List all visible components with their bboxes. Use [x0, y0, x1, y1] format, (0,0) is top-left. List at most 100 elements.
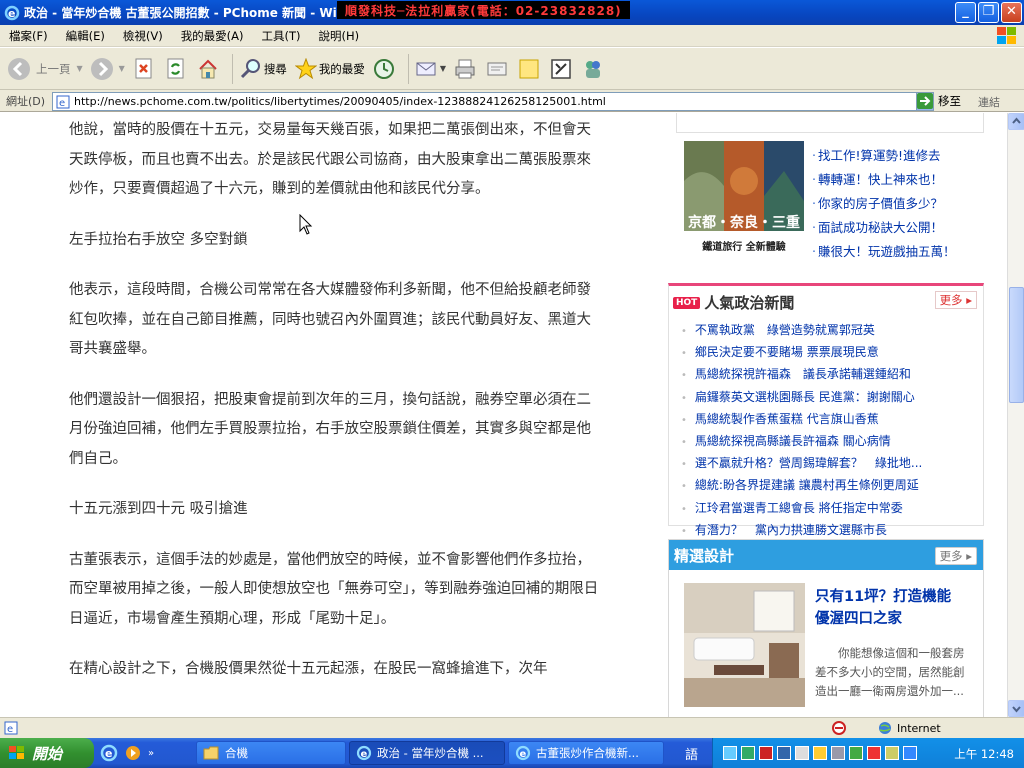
- start-button[interactable]: 開始: [0, 738, 94, 768]
- restore-button[interactable]: ❐: [978, 2, 999, 23]
- hot-news-more-button[interactable]: 更多 ▸: [934, 291, 977, 309]
- news-link[interactable]: 扁鑼蔡英文選桃園縣長 民進黨：謝謝關心: [681, 387, 922, 409]
- taskbar: 開始 e » 合機 e 政治 - 當年炒合機 ... e 古董張炒作合機新...…: [0, 738, 1024, 768]
- menu-tools[interactable]: 工具(T): [253, 28, 310, 44]
- tray-app-icon[interactable]: [741, 746, 755, 760]
- forward-arrow-icon: [89, 56, 115, 82]
- favorites-button[interactable]: 我的最愛: [293, 56, 365, 82]
- promo-link[interactable]: 面試成功秘訣大公開！: [812, 216, 956, 240]
- mail-icon: [414, 56, 440, 82]
- edit-button[interactable]: [484, 56, 510, 82]
- printer-icon: [452, 56, 478, 82]
- page-status-icon: e: [4, 721, 18, 735]
- back-arrow-icon: [6, 56, 32, 82]
- tray-power-icon[interactable]: [885, 746, 899, 760]
- menu-favorites[interactable]: 我的最愛(A): [172, 28, 253, 44]
- tray-bluetooth-icon[interactable]: [903, 746, 917, 760]
- stop-icon: [131, 56, 157, 82]
- tray-network-icon[interactable]: [723, 746, 737, 760]
- clock[interactable]: 上午 12:48: [954, 746, 1014, 762]
- stop-button[interactable]: [131, 56, 157, 82]
- news-link[interactable]: 馬總統探視許福森 議長承諾輔選鍾紹和: [681, 364, 922, 386]
- back-label: 上一頁: [36, 61, 71, 76]
- travel-ad-caption: 京都・奈良・三重: [688, 215, 800, 231]
- news-link[interactable]: 江玲君當選青工總會長 將任指定中常委: [681, 498, 922, 520]
- tray-k-icon[interactable]: [759, 746, 773, 760]
- news-link[interactable]: 總統:盼各界提建議 讓農村再生條例更周延: [681, 475, 922, 497]
- address-input[interactable]: e http://news.pchome.com.tw/politics/lib…: [52, 92, 934, 111]
- hot-news-box: HOT 人氣政治新聞 更多 ▸ 不罵執政黨 綠營造勢就罵郭冠英 鄉民決定要不要賭…: [668, 283, 984, 537]
- popup-blocked-icon[interactable]: [832, 721, 846, 735]
- featured-design-headline[interactable]: 只有11坪？打造機能優渥四口之家: [815, 586, 965, 630]
- hot-news-title: 人氣政治新聞: [704, 294, 795, 312]
- hot-badge: HOT: [673, 296, 701, 309]
- news-link[interactable]: 馬總統探視高縣議長許福森 關心病情: [681, 431, 922, 453]
- travel-ad-image[interactable]: 京都・奈良・三重 鐵道旅行 全新體驗: [684, 141, 804, 257]
- research-button[interactable]: [548, 56, 574, 82]
- media-player-icon[interactable]: [124, 744, 142, 762]
- messenger-icon: [580, 56, 606, 82]
- forward-button[interactable]: ▼: [89, 56, 125, 82]
- refresh-button[interactable]: [163, 56, 189, 82]
- mail-dropdown-icon[interactable]: ▼: [440, 64, 446, 73]
- menu-bar: 檔案(F) 編輯(E) 檢視(V) 我的最愛(A) 工具(T) 說明(H): [0, 25, 1024, 47]
- search-label: 搜尋: [263, 61, 287, 76]
- minimize-button[interactable]: _: [955, 2, 976, 23]
- go-button[interactable]: 移至: [916, 92, 961, 110]
- forward-dropdown-icon[interactable]: ▼: [119, 64, 125, 73]
- messenger-button[interactable]: [580, 56, 606, 82]
- tray-volume-icon[interactable]: [795, 746, 809, 760]
- promo-link[interactable]: 賺很大！玩遊戲抽五萬！: [812, 240, 956, 264]
- article-paragraph: 他說，當時的股價在十五元，交易量每天幾百張，如果把二萬張倒出來，不但會天天跌停板…: [69, 122, 591, 197]
- research-icon: [548, 56, 574, 82]
- menu-file[interactable]: 檔案(F): [0, 28, 57, 44]
- note-button[interactable]: [516, 56, 542, 82]
- toolbar-separator: [407, 53, 409, 84]
- tray-update-icon[interactable]: [849, 746, 863, 760]
- tray-security-icon[interactable]: [867, 746, 881, 760]
- scroll-up-button[interactable]: [1008, 113, 1024, 130]
- back-dropdown-icon[interactable]: ▼: [77, 64, 83, 73]
- back-button[interactable]: 上一頁 ▼: [6, 56, 83, 82]
- promo-link[interactable]: 轉轉運！快上神來也！: [812, 168, 956, 192]
- history-icon: [371, 56, 397, 82]
- tray-antivirus-icon[interactable]: [777, 746, 791, 760]
- taskbar-item-ie[interactable]: e 古董張炒作合機新...: [508, 741, 664, 765]
- taskbar-item-folder[interactable]: 合機: [196, 741, 346, 765]
- news-link[interactable]: 鄉民決定要不要賭場 票票展現民意: [681, 342, 922, 364]
- menu-edit[interactable]: 編輯(E): [57, 28, 114, 44]
- print-button[interactable]: [452, 56, 478, 82]
- tray-chat-icon[interactable]: [813, 746, 827, 760]
- page-icon: e: [56, 95, 70, 109]
- links-label[interactable]: 連結: [978, 94, 1000, 110]
- title-bar: e 政治 - 當年炒合機 古董張公開招數 - PChome 新聞 - Wi 順發…: [0, 0, 1024, 25]
- room-photo[interactable]: [684, 583, 805, 707]
- ime-indicator[interactable]: 語: [685, 744, 698, 763]
- refresh-icon: [163, 56, 189, 82]
- home-button[interactable]: [195, 56, 221, 82]
- mail-button[interactable]: ▼: [414, 56, 446, 82]
- ie-task-icon: e: [515, 745, 531, 761]
- vertical-scrollbar[interactable]: [1007, 113, 1024, 717]
- news-link[interactable]: 選不贏就升格？營周錫瑋解套？ 綠批地...: [681, 453, 922, 475]
- promo-link[interactable]: 你家的房子價值多少？: [812, 192, 956, 216]
- menu-view[interactable]: 檢視(V): [114, 28, 172, 44]
- promo-link[interactable]: 找工作!算運勢!進修去: [812, 144, 956, 168]
- scroll-down-button[interactable]: [1008, 700, 1024, 717]
- taskbar-item-label: 合機: [225, 746, 248, 760]
- news-link[interactable]: 馬總統製作香蕉蛋糕 代言旗山香蕉: [681, 409, 922, 431]
- ie-task-icon: e: [356, 745, 372, 761]
- taskbar-item-ie-active[interactable]: e 政治 - 當年炒合機 ...: [349, 741, 505, 765]
- quicklaunch-expand-icon[interactable]: »: [148, 748, 154, 759]
- menu-help[interactable]: 說明(H): [310, 28, 369, 44]
- search-button[interactable]: 搜尋: [238, 56, 287, 82]
- featured-design-more-button[interactable]: 更多 ▸: [934, 547, 977, 565]
- address-bar: 網址(D) e http://news.pchome.com.tw/politi…: [0, 90, 1024, 112]
- ie-icon: e: [4, 5, 20, 20]
- history-button[interactable]: [371, 56, 397, 82]
- tray-display-icon[interactable]: [831, 746, 845, 760]
- ie-quicklaunch-icon[interactable]: e: [100, 744, 118, 762]
- scroll-thumb[interactable]: [1009, 287, 1024, 403]
- close-button[interactable]: ✕: [1001, 2, 1022, 23]
- news-link[interactable]: 不罵執政黨 綠營造勢就罵郭冠英: [681, 320, 922, 342]
